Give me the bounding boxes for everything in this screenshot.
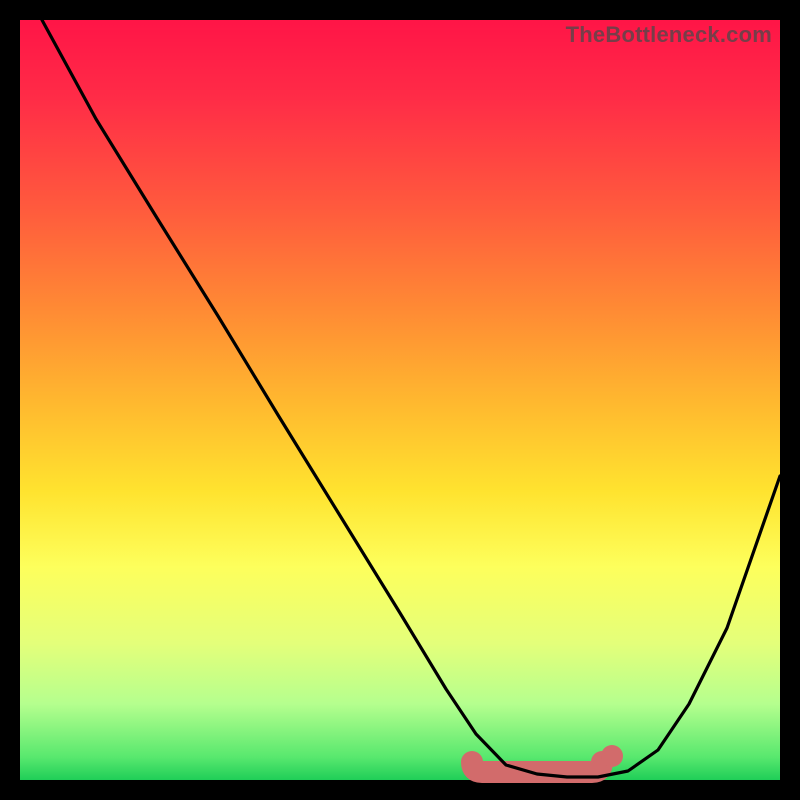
watermark-text: TheBottleneck.com: [566, 22, 772, 48]
chart-svg: [20, 20, 780, 780]
bottleneck-curve: [42, 20, 780, 777]
highlight-region: [472, 745, 623, 772]
chart-frame: TheBottleneck.com: [20, 20, 780, 780]
